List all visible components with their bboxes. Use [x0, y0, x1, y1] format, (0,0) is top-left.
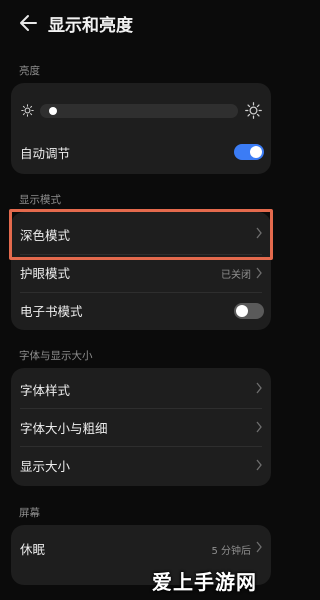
- sleep-value: 5 分钟后: [211, 546, 251, 557]
- font-card: 字体样式 字体大小与粗细 显示大小: [11, 368, 271, 486]
- display-size-row[interactable]: 显示大小: [11, 446, 271, 486]
- ebook-mode-row[interactable]: 电子书模式: [11, 292, 271, 330]
- section-label-display-mode: 显示模式: [19, 194, 61, 206]
- font-size-label: 字体大小与粗细: [20, 421, 108, 436]
- brightness-card: 自动调节: [11, 83, 271, 174]
- ebook-mode-toggle[interactable]: [234, 303, 264, 319]
- sleep-label: 休眠: [20, 542, 46, 557]
- display-size-label: 显示大小: [20, 459, 71, 474]
- highlight-box: [9, 209, 273, 260]
- brightness-low-icon: [21, 104, 34, 117]
- brightness-slider[interactable]: [40, 104, 238, 118]
- toggle-knob: [250, 146, 262, 158]
- auto-adjust-toggle[interactable]: [234, 144, 264, 160]
- chevron-right-icon: [256, 541, 262, 553]
- page-title: 显示和亮度: [48, 16, 133, 36]
- section-label-font: 字体与显示大小: [19, 350, 93, 362]
- brightness-slider-thumb[interactable]: [48, 107, 57, 115]
- watermark: 爱上手游网: [152, 570, 257, 594]
- top-app-bar: 显示和亮度: [0, 0, 282, 46]
- chevron-right-icon: [256, 267, 262, 279]
- font-style-row[interactable]: 字体样式: [11, 368, 271, 408]
- auto-adjust-row[interactable]: 自动调节: [11, 137, 271, 167]
- back-arrow-icon[interactable]: [18, 12, 40, 34]
- font-style-label: 字体样式: [20, 383, 71, 398]
- chevron-right-icon: [256, 421, 262, 433]
- auto-adjust-label: 自动调节: [20, 146, 71, 161]
- section-label-screen: 屏幕: [19, 507, 40, 519]
- chevron-right-icon: [256, 382, 262, 394]
- chevron-right-icon: [256, 459, 262, 471]
- ebook-mode-label: 电子书模式: [20, 304, 83, 319]
- toggle-knob: [236, 305, 248, 317]
- sleep-row[interactable]: 休眠 5 分钟后: [11, 525, 271, 569]
- font-size-row[interactable]: 字体大小与粗细: [11, 408, 271, 446]
- eye-comfort-label: 护眼模式: [20, 266, 71, 281]
- section-label-brightness: 亮度: [19, 65, 40, 77]
- eye-comfort-status: 已关闭: [221, 270, 251, 281]
- brightness-high-icon: [245, 102, 262, 119]
